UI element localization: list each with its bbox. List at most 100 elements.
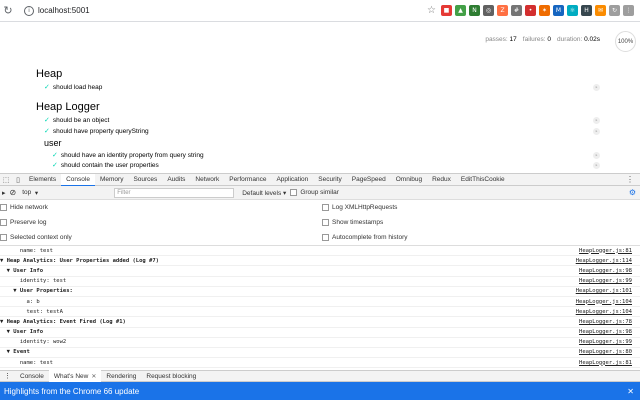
console-row[interactable]: ▼ User Info HeapLogger.js:98 xyxy=(0,266,640,277)
tab-security[interactable]: Security xyxy=(313,174,346,186)
reload-icon[interactable]: ↻ xyxy=(0,3,16,19)
passes-stat[interactable]: passes: 17 xyxy=(485,36,516,43)
selected-context-checkbox[interactable]: Selected context only xyxy=(0,234,72,241)
drawer-tab-what-s-new[interactable]: What's New ✕ xyxy=(48,370,102,382)
suite-title[interactable]: Heap Logger xyxy=(36,101,100,113)
drawer-menu-icon[interactable]: ⋮ xyxy=(0,372,15,380)
failures-stat[interactable]: failures: 0 xyxy=(523,36,551,43)
suite-title[interactable]: user xyxy=(44,138,62,148)
replay-icon[interactable]: ‣ xyxy=(593,162,600,169)
drawer-tab-rendering[interactable]: Rendering xyxy=(101,370,141,382)
device-toggle-icon[interactable]: ▯ xyxy=(12,174,24,186)
source-link[interactable]: HeapLogger.js:81 xyxy=(579,248,632,254)
autocomplete-checkbox[interactable]: Autocomplete from history xyxy=(322,234,408,241)
close-icon[interactable]: ✕ xyxy=(627,387,634,396)
tab-sources[interactable]: Sources xyxy=(128,174,162,186)
h-icon[interactable]: H xyxy=(581,5,592,16)
tab-console[interactable]: Console xyxy=(61,173,95,186)
console-row[interactable]: ▼ User Properties: HeapLogger.js:101 xyxy=(0,287,640,297)
tab-editthiscookie[interactable]: EditThisCookie xyxy=(456,174,510,186)
filter-input[interactable]: Filter xyxy=(114,187,235,198)
console-row[interactable]: identity: wow2 HeapLogger.js:99 xyxy=(0,338,640,348)
drawer-tab-console[interactable]: Console xyxy=(15,370,49,382)
test-item[interactable]: ✓ should be an object xyxy=(44,116,109,125)
shield-icon[interactable]: ▲ xyxy=(455,5,466,16)
gear-icon[interactable]: ⚙ xyxy=(629,188,636,197)
group-similar-checkbox[interactable]: Group similar xyxy=(290,188,339,196)
console-filterbar: ▸ ⊘ top ▾ Filter Default levels ▾ Group … xyxy=(0,186,640,200)
banner-text: Highlights from the Chrome 66 update xyxy=(4,387,140,396)
source-link[interactable]: HeapLogger.js:99 xyxy=(579,339,632,345)
tab-omnibug[interactable]: Omnibug xyxy=(391,174,427,186)
preserve-log-checkbox[interactable]: Preserve log xyxy=(0,219,47,226)
source-link[interactable]: HeapLogger.js:104 xyxy=(576,309,632,315)
more-options-icon[interactable]: ⋮ xyxy=(626,175,640,184)
tab-application[interactable]: Application xyxy=(271,174,313,186)
tab-network[interactable]: Network xyxy=(190,174,224,186)
source-link[interactable]: HeapLogger.js:101 xyxy=(576,288,632,294)
sync-icon[interactable]: ↻ xyxy=(609,5,620,16)
whats-new-banner: Highlights from the Chrome 66 update ✕ xyxy=(0,382,640,400)
test-item[interactable]: ✓ should load heap xyxy=(44,83,102,92)
console-row[interactable]: ▼ Event HeapLogger.js:80 xyxy=(0,348,640,359)
log-xhr-checkbox[interactable]: Log XMLHttpRequests xyxy=(322,204,397,211)
console-message: name: test xyxy=(0,359,53,366)
console-row[interactable]: name: test HeapLogger.js:81 xyxy=(0,246,640,257)
drawer-tab-request-blocking[interactable]: Request blocking xyxy=(141,370,201,382)
info-icon[interactable]: i xyxy=(24,5,34,16)
console-message: name: test xyxy=(0,247,53,254)
console-row[interactable]: ▼ Heap Analytics: Event Fired (Log #1) He… xyxy=(0,317,640,328)
inspect-icon[interactable]: ⬚ xyxy=(0,174,12,186)
console-settings: Hide network Preserve log Selected conte… xyxy=(0,200,640,246)
console-row[interactable]: ▼ Heap Analytics: User Properties added … xyxy=(0,256,640,267)
source-link[interactable]: HeapLogger.js:104 xyxy=(576,299,632,305)
monitor-icon[interactable]: M xyxy=(553,5,564,16)
tab-memory[interactable]: Memory xyxy=(95,174,128,186)
show-timestamps-checkbox[interactable]: Show timestamps xyxy=(322,219,383,226)
hide-network-checkbox[interactable]: Hide network xyxy=(0,204,48,211)
suite-title[interactable]: Heap xyxy=(36,68,62,80)
grid-icon[interactable]: # xyxy=(511,5,522,16)
source-link[interactable]: HeapLogger.js:98 xyxy=(579,329,632,335)
replay-icon[interactable]: ‣ xyxy=(593,84,600,91)
source-link[interactable]: HeapLogger.js:80 xyxy=(579,349,632,355)
camera-icon[interactable]: ◎ xyxy=(483,5,494,16)
menu-icon[interactable]: ⋮ xyxy=(623,5,634,16)
clear-console-icon[interactable]: ⊘ xyxy=(10,188,17,197)
test-item[interactable]: ✓ should have an identity property from q… xyxy=(52,151,204,160)
tab-pagespeed[interactable]: PageSpeed xyxy=(347,174,391,186)
close-icon[interactable]: ✕ xyxy=(91,373,96,380)
replay-icon[interactable]: ‣ xyxy=(593,117,600,124)
console-row[interactable]: test: testA HeapLogger.js:104 xyxy=(0,307,640,318)
source-link[interactable]: HeapLogger.js:98 xyxy=(579,268,632,274)
tab-audits[interactable]: Audits xyxy=(162,174,190,186)
levels-dropdown[interactable]: Default levels ▾ xyxy=(242,189,286,197)
test-item[interactable]: ✓ should have property queryString xyxy=(44,127,149,136)
context-select[interactable]: top ▾ xyxy=(20,188,110,198)
source-link[interactable]: HeapLogger.js:78 xyxy=(579,319,632,325)
tab-elements[interactable]: Elements xyxy=(24,174,61,186)
replay-icon[interactable]: ‣ xyxy=(593,128,600,135)
test-item[interactable]: ✓ should contain the user properties xyxy=(52,161,159,170)
sidebar-toggle-icon[interactable]: ▸ xyxy=(2,189,6,197)
address-bar[interactable]: i localhost:5001 xyxy=(20,3,350,19)
zoom-icon[interactable]: Z xyxy=(497,5,508,16)
source-link[interactable]: HeapLogger.js:81 xyxy=(579,360,632,366)
new-badge-icon[interactable]: N xyxy=(469,5,480,16)
mail-icon[interactable]: ✉ xyxy=(595,5,606,16)
console-row[interactable]: ▼ User Info HeapLogger.js:98 xyxy=(0,328,640,338)
tab-redux[interactable]: Redux xyxy=(427,174,456,186)
tab-performance[interactable]: Performance xyxy=(224,174,271,186)
react-icon[interactable]: ⚛ xyxy=(567,5,578,16)
bookmark-star-icon[interactable]: ☆ xyxy=(427,5,436,16)
source-link[interactable]: HeapLogger.js:99 xyxy=(579,278,632,284)
console-row[interactable]: a: b HeapLogger.js:104 xyxy=(0,297,640,308)
blocker-icon[interactable]: ■ xyxy=(441,5,452,16)
console-row[interactable]: name: test HeapLogger.js:81 xyxy=(0,358,640,368)
source-link[interactable]: HeapLogger.js:114 xyxy=(576,258,632,264)
lastpass-icon[interactable]: • xyxy=(525,5,536,16)
check-icon: ✓ xyxy=(52,162,58,169)
console-row[interactable]: identity: test HeapLogger.js:99 xyxy=(0,277,640,287)
replay-icon[interactable]: ‣ xyxy=(593,152,600,159)
hotjar-icon[interactable]: ✶ xyxy=(539,5,550,16)
